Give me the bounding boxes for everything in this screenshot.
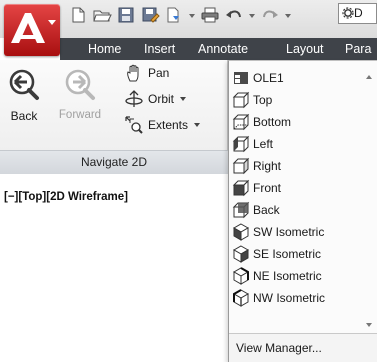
- view-item-left[interactable]: Left: [229, 133, 364, 155]
- pan-button[interactable]: Pan: [124, 62, 169, 84]
- ribbon-tab-bar: Home Insert Annotate Layout Para: [60, 38, 377, 60]
- nw-isometric-icon: [232, 289, 250, 307]
- view-item-sw-isometric[interactable]: SW Isometric: [229, 221, 364, 243]
- autocad-logo-icon: [11, 13, 45, 43]
- open-icon[interactable]: [92, 6, 112, 24]
- plot-icon[interactable]: [200, 6, 220, 24]
- scroll-up-arrow-icon[interactable]: [366, 75, 372, 79]
- chevron-down-icon: [48, 20, 56, 25]
- view-label: Top: [253, 93, 273, 107]
- view-item-ole1[interactable]: OLE1: [229, 67, 364, 89]
- chevron-down-icon[interactable]: [180, 97, 187, 101]
- pan-label: Pan: [148, 66, 170, 80]
- save-as-icon[interactable]: [140, 6, 160, 24]
- view-label: OLE1: [253, 71, 284, 85]
- tab-parametric[interactable]: Para: [345, 38, 371, 60]
- workspace-name: D: [354, 6, 363, 20]
- ne-isometric-icon: [232, 267, 250, 285]
- right-view-icon: [232, 157, 250, 175]
- pan-hand-icon: [127, 64, 139, 82]
- view-item-bottom[interactable]: Bottom: [229, 111, 364, 133]
- navigate-2d-panel: Back Forward Pan Orbit Extents Navigate …: [0, 60, 228, 174]
- forward-button[interactable]: Forward: [52, 68, 108, 121]
- publish-icon[interactable]: [164, 6, 184, 24]
- back-label: Back: [10, 109, 38, 123]
- tab-annotate[interactable]: Annotate: [198, 38, 248, 60]
- viewport-controls-label[interactable]: [−][Top][2D Wireframe]: [4, 191, 128, 203]
- view-label: Left: [253, 137, 274, 151]
- view-item-front[interactable]: Front: [229, 177, 364, 199]
- view-item-se-isometric[interactable]: SE Isometric: [229, 243, 364, 265]
- view-label: Back: [253, 203, 280, 217]
- extents-label: Extents: [148, 118, 189, 132]
- panel-title[interactable]: Navigate 2D: [0, 150, 228, 174]
- back-arrow-icon: [9, 69, 39, 100]
- workspace-gear-icon: [342, 7, 354, 19]
- scroll-down-arrow-icon[interactable]: [366, 323, 372, 327]
- chevron-down-icon[interactable]: [284, 6, 292, 24]
- view-manager-item[interactable]: View Manager...: [229, 333, 377, 362]
- se-isometric-icon: [232, 245, 250, 263]
- view-item-back[interactable]: Back: [229, 199, 364, 221]
- new-icon[interactable]: [68, 6, 88, 24]
- left-view-icon: [232, 135, 250, 153]
- view-item-top[interactable]: Top: [229, 89, 364, 111]
- view-label: Front: [253, 181, 282, 195]
- views-list: OLE1 Top Bottom Left Right Front Back SW…: [229, 67, 364, 309]
- zoom-extents-icon: [125, 116, 143, 134]
- orbit-button[interactable]: Orbit: [124, 88, 187, 110]
- quick-access-toolbar: [68, 4, 296, 26]
- tab-insert[interactable]: Insert: [144, 38, 175, 60]
- front-view-icon: [232, 179, 250, 197]
- chevron-down-icon[interactable]: [188, 6, 196, 24]
- workspace-selector[interactable]: D: [338, 3, 377, 24]
- view-label: SE Isometric: [253, 247, 322, 261]
- undo-icon[interactable]: [224, 6, 244, 24]
- top-view-icon: [232, 91, 250, 109]
- save-icon[interactable]: [116, 6, 136, 24]
- chevron-down-icon[interactable]: [248, 6, 256, 24]
- extents-button[interactable]: Extents: [124, 114, 201, 136]
- views-dropdown-menu: OLE1 Top Bottom Left Right Front Back SW…: [228, 60, 377, 362]
- view-item-right[interactable]: Right: [229, 155, 364, 177]
- orbit-label: Orbit: [148, 92, 175, 106]
- view-label: NE Isometric: [253, 269, 322, 283]
- view-item-ne-isometric[interactable]: NE Isometric: [229, 265, 364, 287]
- application-menu-button[interactable]: [4, 4, 60, 56]
- chevron-down-icon[interactable]: [194, 123, 201, 127]
- view-label: Right: [253, 159, 282, 173]
- named-view-icon: [234, 72, 248, 84]
- orbit-icon: [125, 90, 143, 107]
- redo-icon[interactable]: [260, 6, 280, 24]
- forward-label: Forward: [58, 109, 102, 121]
- back-button[interactable]: Back: [0, 68, 48, 123]
- view-label: SW Isometric: [253, 225, 325, 239]
- view-item-nw-isometric[interactable]: NW Isometric: [229, 287, 364, 309]
- forward-arrow-icon: [65, 69, 95, 100]
- tab-layout[interactable]: Layout: [286, 38, 324, 60]
- back-view-icon: [232, 201, 250, 219]
- sw-isometric-icon: [232, 223, 250, 241]
- view-label: NW Isometric: [253, 291, 325, 305]
- view-label: Bottom: [253, 115, 292, 129]
- bottom-view-icon: [232, 113, 250, 131]
- tab-home[interactable]: Home: [88, 38, 121, 60]
